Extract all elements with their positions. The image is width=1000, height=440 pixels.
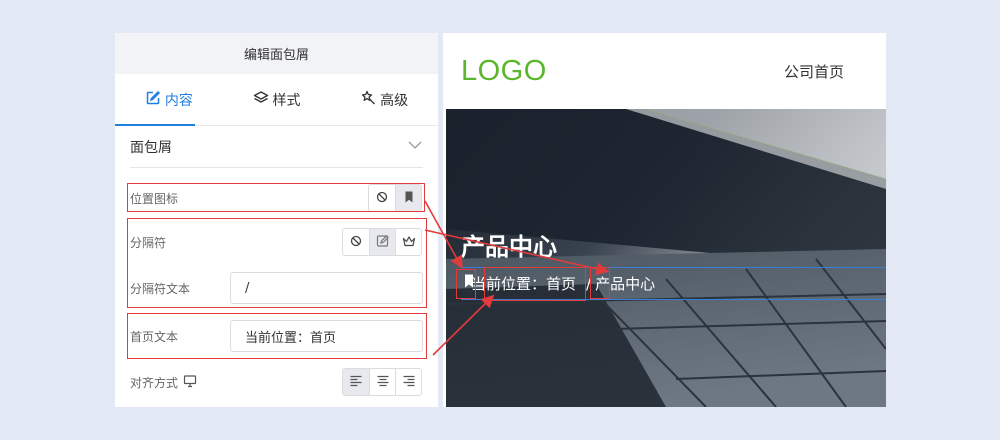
align-left-icon [349, 373, 363, 392]
separator-icon-button[interactable] [395, 229, 421, 255]
alignment-label: 对齐方式 [130, 375, 179, 390]
layers-icon [253, 90, 269, 110]
magic-wand-icon [360, 90, 376, 110]
breadcrumb: 当前位置：首页 / 产品中心 [461, 273, 655, 294]
separator-none-button[interactable] [343, 229, 369, 255]
alignment-selector [342, 368, 422, 396]
position-icon-none-button[interactable] [369, 185, 395, 211]
nav-link-home[interactable]: 公司首页 [784, 61, 844, 82]
alignment-label-group: 对齐方式 [130, 372, 197, 392]
section-breadcrumb[interactable]: 面包屑 [130, 126, 423, 168]
tab-label: 内容 [164, 92, 193, 109]
banner-title: 产品中心 [461, 233, 557, 261]
preview-panel: LOGO 公司首页 产品中心 当前位置：首页 / 产品中心 [443, 33, 886, 407]
selection-guide-bottom [461, 299, 886, 300]
separator-label: 分隔符 [130, 235, 167, 250]
editor-panel: 编辑面包屑 内容 样式 高级 面包屑 位置图标 分隔符 分隔符文本 / 首页文本… [115, 33, 438, 407]
tab-label: 样式 [272, 92, 301, 109]
separator-text-input[interactable] [230, 272, 423, 304]
ban-icon [375, 189, 389, 208]
banner: 产品中心 当前位置：首页 / 产品中心 [446, 109, 886, 407]
position-icon-selector [368, 184, 422, 212]
position-icon-label: 位置图标 [130, 191, 179, 206]
bookmark-icon [402, 189, 416, 208]
panel-title: 编辑面包屑 [115, 33, 438, 74]
separator-text-label: 分隔符文本 [130, 281, 191, 296]
site-logo[interactable]: LOGO [461, 55, 547, 88]
chevron-down-icon [407, 137, 423, 157]
align-right-button[interactable] [395, 369, 421, 395]
tab-style[interactable]: 样式 [223, 74, 331, 125]
separator-text-button[interactable] [369, 229, 395, 255]
edit-icon [376, 233, 390, 252]
section-label: 面包屑 [130, 139, 172, 156]
position-icon-bookmark-button[interactable] [395, 185, 421, 211]
home-text-input[interactable] [230, 320, 423, 352]
ban-icon [349, 233, 363, 252]
align-center-button[interactable] [369, 369, 395, 395]
tab-advanced[interactable]: 高级 [330, 74, 438, 125]
monitor-icon [183, 374, 197, 391]
site-header: LOGO 公司首页 [443, 33, 886, 109]
align-center-icon [376, 373, 390, 392]
breadcrumb-home[interactable]: 当前位置：首页 [471, 273, 576, 294]
active-tab-indicator [115, 124, 195, 126]
breadcrumb-current: 产品中心 [595, 275, 656, 293]
separator-selector [342, 228, 422, 256]
tab-content[interactable]: 内容 [115, 74, 223, 125]
breadcrumb-separator: / [586, 274, 592, 293]
align-left-button[interactable] [343, 369, 369, 395]
edit-icon [145, 90, 161, 110]
crown-icon [402, 233, 416, 252]
tab-bar: 内容 样式 高级 [115, 74, 438, 126]
home-text-label: 首页文本 [130, 329, 179, 344]
tab-label: 高级 [380, 92, 409, 109]
align-right-icon [402, 373, 416, 392]
selection-guide-top [461, 267, 886, 268]
